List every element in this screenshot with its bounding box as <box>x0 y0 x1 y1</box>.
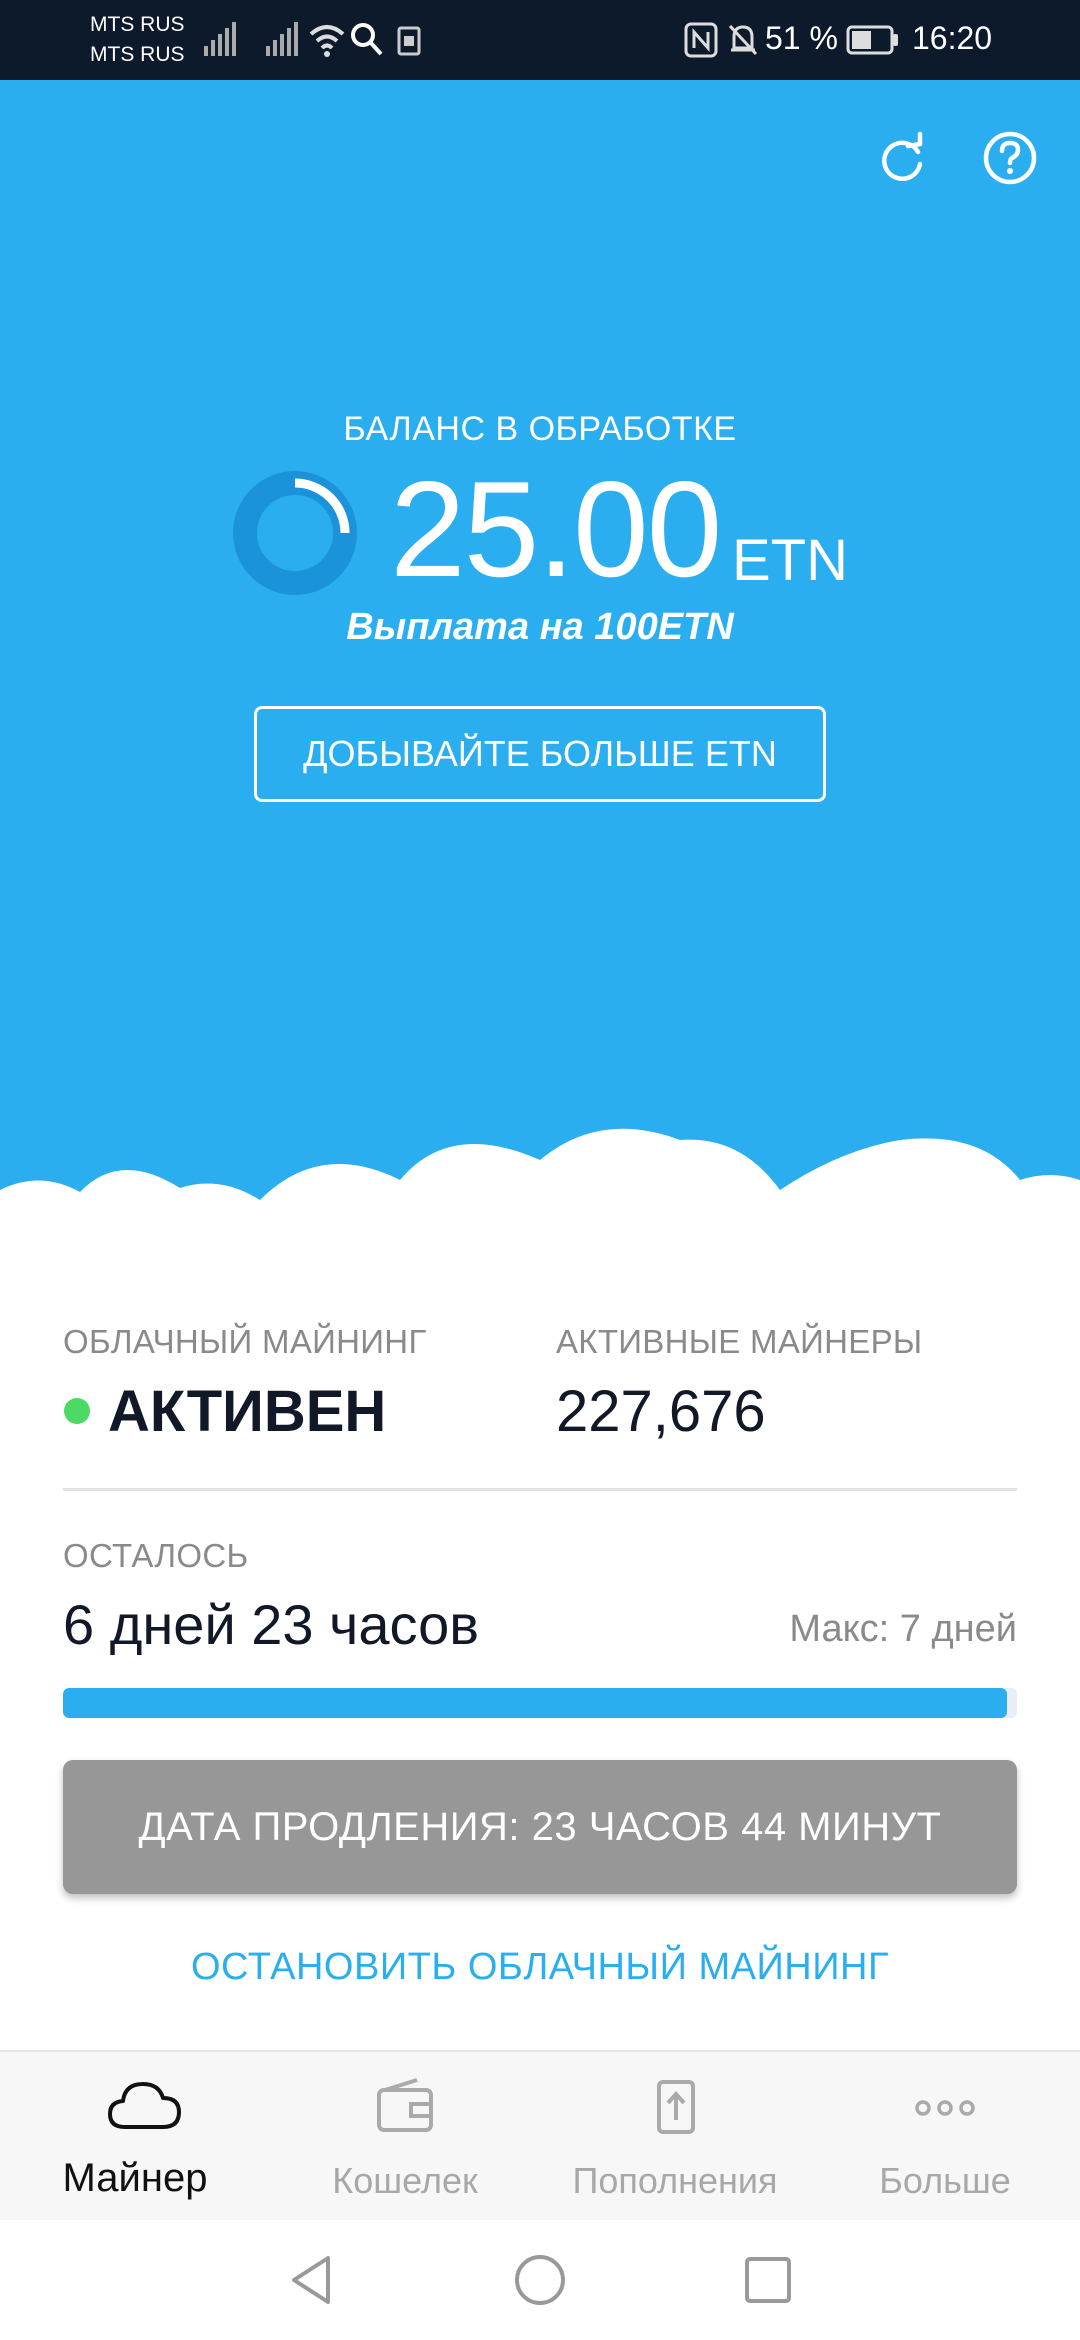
more-icon <box>915 2100 975 2116</box>
carrier-info: MTS RUS MTS RUS <box>90 10 185 70</box>
upload-icon <box>657 2080 695 2134</box>
balance-title: БАЛАНС В ОБРАБОТКЕ <box>343 410 737 448</box>
remaining-value: 6 дней 23 часов <box>63 1593 479 1656</box>
wallet-icon <box>377 2078 433 2132</box>
max-duration: Макс: 7 дней <box>789 1608 1017 1650</box>
battery-icon <box>846 25 898 55</box>
clouds-decoration <box>0 1128 1080 1280</box>
remaining-progress-bar <box>63 1688 1017 1718</box>
payout-note: Выплата на 100ETN <box>346 606 734 648</box>
recents-icon[interactable] <box>740 2250 796 2310</box>
stop-cloud-mining-link[interactable]: ОСТАНОВИТЬ ОБЛАЧНЫЙ МАЙНИНГ <box>0 1946 1080 1989</box>
balance-amount: 25.00 <box>390 453 722 605</box>
balance-panel: БАЛАНС В ОБРАБОТКЕ 25.00 ETN Выплата на … <box>0 80 1080 1250</box>
bell-off-icon <box>728 24 758 56</box>
nav-label-more: Больше <box>879 2160 1011 2201</box>
signal-icon <box>204 22 236 56</box>
status-dot <box>64 1398 90 1424</box>
back-icon[interactable] <box>284 2250 340 2310</box>
help-icon[interactable] <box>982 130 1038 186</box>
refresh-icon[interactable] <box>874 130 930 186</box>
balance-progress-ring <box>233 471 357 595</box>
system-navigation-bar <box>0 2220 1080 2340</box>
divider <box>63 1488 1017 1491</box>
home-icon[interactable] <box>512 2250 568 2310</box>
clock: 16:20 <box>912 20 993 56</box>
cloud-icon <box>108 2082 181 2129</box>
search-icon <box>351 23 383 56</box>
mine-more-button[interactable]: ДОБЫВАЙТЕ БОЛЬШЕ ETN <box>254 706 826 802</box>
nav-item-wallet[interactable]: Кошелек <box>270 2052 540 2222</box>
nav-label-topups: Пополнения <box>572 2160 778 2201</box>
active-miners-label: АКТИВНЫЕ МАЙНЕРЫ <box>556 1323 923 1360</box>
bottom-navigation: Майнер Кошелек Пополнения Больше <box>0 2050 1080 2220</box>
remaining-progress-fill <box>63 1688 1008 1718</box>
signal-icon <box>266 22 298 56</box>
remaining-label: ОСТАЛОСЬ <box>63 1537 249 1574</box>
carrier-1: MTS RUS <box>90 13 185 36</box>
carrier-2: MTS RUS <box>90 43 185 66</box>
nav-item-topups[interactable]: Пополнения <box>540 2052 810 2222</box>
nav-label-miner: Майнер <box>62 2156 208 2200</box>
active-miners-value: 227,676 <box>556 1379 766 1444</box>
wifi-icon <box>309 25 345 57</box>
cloud-mining-label: ОБЛАЧНЫЙ МАЙНИНГ <box>63 1323 427 1360</box>
renew-date-button[interactable]: ДАТА ПРОДЛЕНИЯ: 23 ЧАСОВ 44 МИНУТ <box>63 1760 1017 1894</box>
sim-icon <box>397 26 421 56</box>
status-bar: MTS RUS MTS RUS 51 % 16:20 <box>0 0 1080 80</box>
nav-label-wallet: Кошелек <box>332 2160 478 2201</box>
cloud-mining-status: АКТИВЕН <box>108 1379 387 1444</box>
balance-unit: ETN <box>732 528 848 593</box>
nav-item-miner[interactable]: Майнер <box>0 2052 270 2222</box>
nfc-icon <box>684 22 718 58</box>
battery-percentage: 51 % <box>765 20 838 56</box>
nav-item-more[interactable]: Больше <box>810 2052 1080 2222</box>
